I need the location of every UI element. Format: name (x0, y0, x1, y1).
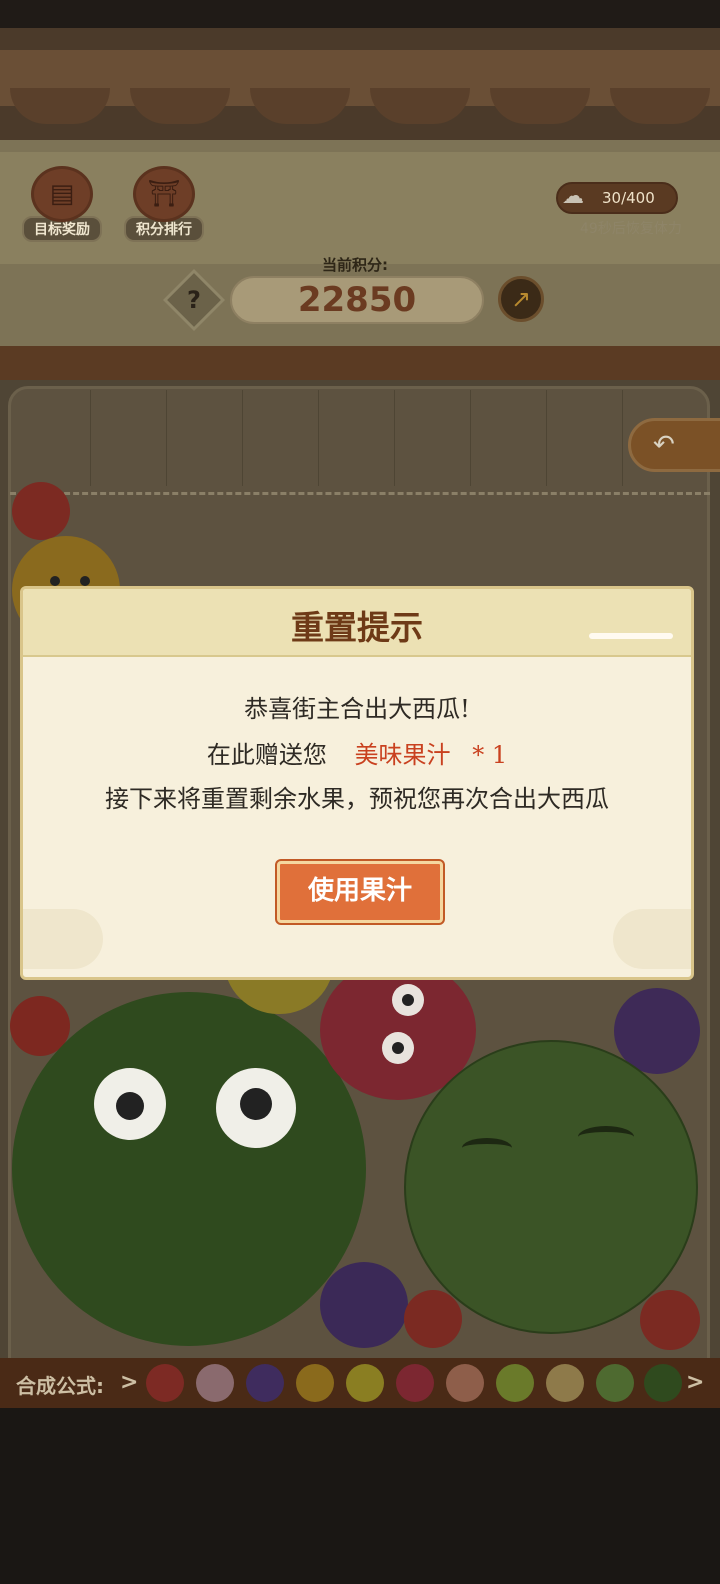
fruit-closed-eye (462, 1138, 512, 1158)
fruit-eye (382, 1032, 414, 1064)
bottom-area (0, 1408, 720, 1584)
board-divider (470, 390, 471, 486)
cherry-fruit (640, 1290, 700, 1350)
goal-reward-button[interactable]: ▤ 目标奖励 (22, 166, 102, 242)
treasure-chest-icon: ▤ (31, 166, 93, 222)
cloud-decoration (23, 909, 103, 969)
top-strip (0, 0, 720, 28)
chevron-right-icon: > (686, 1370, 705, 1395)
dialog-line-1: 恭喜街主合出大西瓜! (244, 695, 470, 723)
use-juice-button[interactable]: 使用果汁 (277, 861, 443, 923)
fruit-pupil (240, 1088, 272, 1120)
watermelon-fruit (12, 992, 366, 1346)
chevron-right-icon: > (120, 1370, 139, 1395)
fruit-eye (216, 1068, 296, 1148)
dialog-line-3: 接下来将重置剩余水果，预祝您再次合出大西瓜 (105, 785, 609, 813)
fruit-pupil (392, 1042, 404, 1054)
leaderboard-gate-icon: ⛩ (133, 166, 195, 222)
awning-scallop (490, 88, 590, 124)
dialog-line-2: 在此赠送您 美味果汁 * 1 (23, 735, 691, 770)
score-label: 当前积分: (322, 256, 388, 274)
board-divider (394, 390, 395, 486)
melon-fruit (404, 1040, 698, 1334)
cloud-decoration (613, 909, 691, 969)
awning-scallop (130, 88, 230, 124)
fruit-pupil (116, 1092, 144, 1120)
gift-count: * 1 (472, 741, 508, 769)
cherry-icon (146, 1364, 184, 1402)
fruit-pupil (402, 994, 414, 1006)
gift-prefix: 在此赠送您 (206, 741, 327, 769)
orange-icon (296, 1364, 334, 1402)
peach-icon (446, 1364, 484, 1402)
grape-icon (246, 1364, 284, 1402)
question-icon: ? (187, 286, 201, 314)
header-decoration (589, 633, 673, 639)
undo-button[interactable]: ↶ (628, 418, 720, 472)
board-divider (622, 390, 623, 486)
kiwi-icon (496, 1364, 534, 1402)
danger-line (10, 492, 710, 495)
fruit-eye (94, 1068, 166, 1140)
board-divider (90, 390, 91, 486)
awning-scallop (250, 88, 350, 124)
board-shelf (0, 346, 720, 380)
score-value: 22850 (230, 276, 484, 324)
awning-scallop (10, 88, 110, 124)
cherry-fruit (404, 1290, 462, 1348)
reset-dialog: 重置提示 恭喜街主合出大西瓜! 在此赠送您 美味果汁 * 1 接下来将重置剩余水… (20, 586, 694, 980)
stamina-counter[interactable]: ☁ 30/400 (556, 182, 678, 214)
stamina-recover-text: 49秒后恢复体力 (580, 221, 682, 237)
fruit-eye (50, 576, 60, 586)
strawberry-icon (196, 1364, 234, 1402)
fruit-eye (80, 576, 90, 586)
awning-scallop (370, 88, 470, 124)
board-divider (318, 390, 319, 486)
share-button[interactable]: ↗ (498, 276, 544, 322)
dialog-title: 重置提示 (291, 608, 423, 647)
cherry-fruit (12, 482, 70, 540)
leaderboard-button[interactable]: ⛩ 积分排行 (124, 166, 204, 242)
awning-scallop (610, 88, 710, 124)
board-divider (546, 390, 547, 486)
gift-item: 美味果汁 (354, 741, 451, 769)
pear-icon (546, 1364, 584, 1402)
fruit-closed-eye (578, 1126, 634, 1148)
grape-fruit (320, 1262, 408, 1348)
shop-awning (0, 28, 720, 140)
apple-icon (396, 1364, 434, 1402)
share-arrow-icon: ↗ (510, 285, 532, 313)
melon-icon (596, 1364, 634, 1402)
board-divider (242, 390, 243, 486)
lemon-icon (346, 1364, 384, 1402)
board-divider (166, 390, 167, 486)
dialog-header: 重置提示 (23, 589, 691, 657)
formula-label: 合成公式: (16, 1374, 104, 1398)
cloud-plus-icon: ☁ (562, 184, 584, 209)
watermelon-icon (644, 1364, 682, 1402)
fruit-eye (392, 984, 424, 1016)
stamina-value: 30/400 (602, 189, 655, 207)
undo-icon: ↶ (653, 430, 675, 460)
